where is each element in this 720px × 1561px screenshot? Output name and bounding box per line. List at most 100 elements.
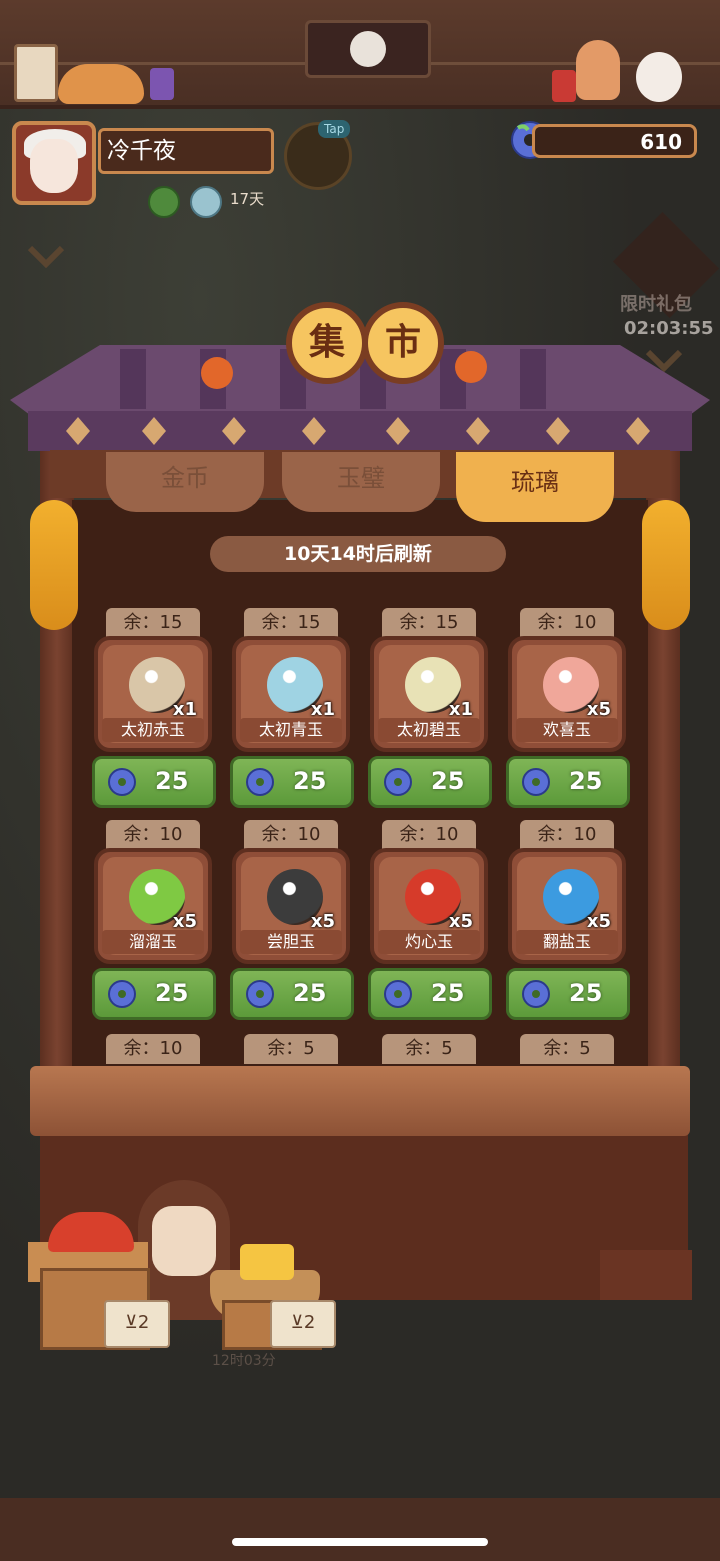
shop-item[interactable]: 余：10 x5 尝胆玉: [232, 820, 350, 964]
player-avatar[interactable]: [12, 121, 96, 205]
item-name: 溜溜玉: [102, 930, 204, 954]
stock-count: 余：10: [106, 1034, 200, 1064]
tap-label: Tap: [318, 120, 351, 138]
item-quantity: x1: [448, 699, 473, 720]
item-price: 25: [431, 979, 465, 1007]
item-card: x1 太初赤玉: [94, 636, 212, 752]
item-quantity: x5: [448, 911, 473, 932]
shop-sign[interactable]: [305, 20, 431, 78]
item-card: x5 翻盐玉: [508, 848, 626, 964]
price-tag: ⊻2: [104, 1300, 170, 1348]
corn-decoration-icon: [642, 500, 690, 630]
stall-counter: [30, 1066, 690, 1136]
buy-button[interactable]: 25: [92, 968, 216, 1020]
white-cat-icon: [636, 52, 682, 102]
bottom-bar: [0, 1498, 720, 1561]
stock-count: 余：10: [520, 820, 614, 850]
item-card: x1 太初碧玉: [370, 636, 488, 752]
buy-button[interactable]: 25: [368, 968, 492, 1020]
stock-count: 余：10: [244, 820, 338, 850]
item-price: 25: [155, 979, 189, 1007]
stock-count: 余：15: [244, 608, 338, 638]
stock-count: 余：5: [244, 1034, 338, 1064]
jade-disc-icon: [108, 768, 136, 796]
stock-count: 余：15: [382, 608, 476, 638]
item-name: 尝胆玉: [240, 930, 342, 954]
raccoon-icon: [350, 31, 386, 67]
promo-label: 限时礼包: [620, 294, 692, 315]
shop-item[interactable]: 余：10 x5 翻盐玉: [508, 820, 626, 964]
stock-count: 余：10: [520, 608, 614, 638]
item-quantity: x5: [586, 699, 611, 720]
jade-disc-icon: [522, 768, 550, 796]
item-card: x5 尝胆玉: [232, 848, 350, 964]
stock-count: 余：10: [106, 820, 200, 850]
shop-item[interactable]: 余：10 x5 灼心玉: [370, 820, 488, 964]
stock-count: 余：5: [382, 1034, 476, 1064]
tab-jade[interactable]: 玉璧: [282, 452, 440, 512]
shop-item[interactable]: 余：10 x5 欢喜玉: [508, 608, 626, 752]
buy-button[interactable]: 25: [230, 968, 354, 1020]
item-price: 25: [569, 979, 603, 1007]
item-name: 太初赤玉: [102, 718, 204, 742]
buy-button[interactable]: 25: [92, 756, 216, 808]
price-tag: ⊻2: [270, 1300, 336, 1348]
jade-disc-icon: [522, 980, 550, 1008]
player-name: 冷千夜: [98, 128, 274, 174]
buy-button[interactable]: 25: [368, 756, 492, 808]
item-quantity: x5: [172, 911, 197, 932]
market-title-char-2: 市: [362, 302, 444, 384]
item-name: 灼心玉: [378, 930, 480, 954]
jade-disc-icon: [384, 980, 412, 1008]
item-quantity: x1: [172, 699, 197, 720]
tab-gold[interactable]: 金币: [106, 452, 264, 512]
counter-shelf: [600, 1250, 692, 1300]
jade-disc-icon: [108, 980, 136, 1008]
buy-button[interactable]: 25: [230, 756, 354, 808]
chevron-down-icon[interactable]: [28, 246, 64, 268]
home-indicator[interactable]: [232, 1538, 488, 1546]
item-name: 太初碧玉: [378, 718, 480, 742]
villager-icon: [576, 40, 620, 100]
item-price: 25: [293, 979, 327, 1007]
item-card: x5 欢喜玉: [508, 636, 626, 752]
item-name: 欢喜玉: [516, 718, 618, 742]
item-card: x5 灼心玉: [370, 848, 488, 964]
refresh-timer: 10天14时后刷新: [210, 536, 506, 572]
item-price: 25: [569, 767, 603, 795]
item-price: 25: [431, 767, 465, 795]
days-counter: 17天: [230, 190, 265, 208]
purple-lantern-icon: [150, 68, 174, 100]
item-quantity: x1: [310, 699, 335, 720]
currency-display: 610: [532, 124, 697, 158]
item-quantity: x5: [310, 911, 335, 932]
level-badge-icon[interactable]: [148, 186, 180, 218]
stock-count: 余：15: [106, 608, 200, 638]
tab-glaze[interactable]: 琉璃: [456, 452, 614, 522]
currency-amount: 610: [640, 130, 682, 154]
item-price: 25: [155, 767, 189, 795]
item-name: 翻盐玉: [516, 930, 618, 954]
shop-item[interactable]: 余：15 x1 太初赤玉: [94, 608, 212, 752]
item-quantity: x5: [586, 911, 611, 932]
shop-item[interactable]: 余：10 x5 溜溜玉: [94, 820, 212, 964]
item-card: x5 溜溜玉: [94, 848, 212, 964]
jade-disc-icon: [384, 768, 412, 796]
stock-count: 余：10: [382, 820, 476, 850]
shop-item[interactable]: 余：15 x1 太初青玉: [232, 608, 350, 752]
promo-timer: 02:03:55: [624, 318, 714, 339]
corn-decoration-icon: [30, 500, 78, 630]
item-card: x1 太初青玉: [232, 636, 350, 752]
market-title: 集 市: [286, 302, 446, 386]
boat-badge-icon[interactable]: [190, 186, 222, 218]
red-lantern-icon: [552, 70, 576, 102]
avatar-face: [30, 139, 78, 193]
jade-disc-icon: [246, 768, 274, 796]
shop-item[interactable]: 余：15 x1 太初碧玉: [370, 608, 488, 752]
buy-button[interactable]: 25: [506, 968, 630, 1020]
vendor-timer: 12时03分: [212, 1353, 276, 1369]
item-name: 太初青玉: [240, 718, 342, 742]
buy-button[interactable]: 25: [506, 756, 630, 808]
jade-disc-icon: [246, 980, 274, 1008]
item-price: 25: [293, 767, 327, 795]
